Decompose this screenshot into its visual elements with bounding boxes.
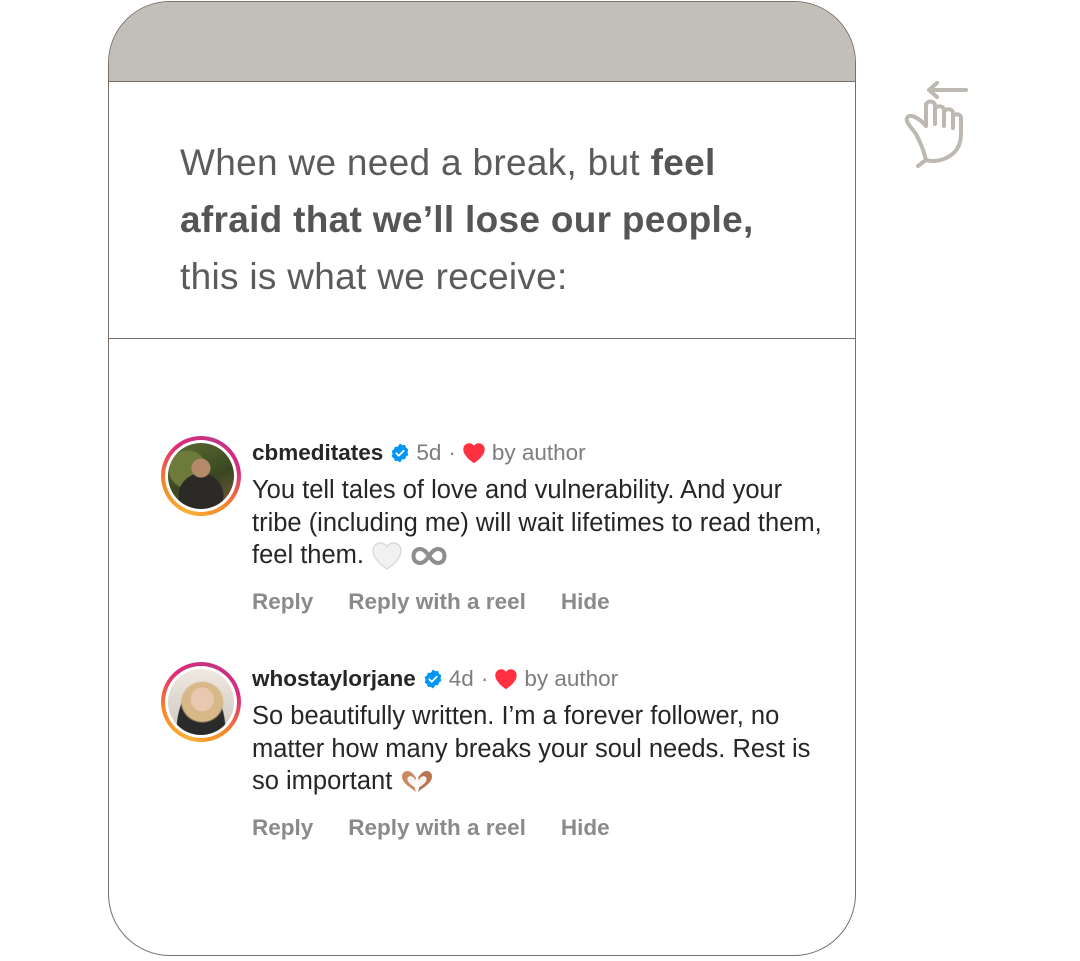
divider <box>109 338 855 339</box>
comment-actions: Reply Reply with a reel Hide <box>252 589 832 615</box>
verified-badge-icon <box>391 443 409 463</box>
liked-by-author-label: by author <box>491 440 586 465</box>
liked-by-author-label: by author <box>524 666 619 691</box>
card-header-bar <box>109 2 855 82</box>
liked-heart-icon <box>463 443 485 464</box>
headline-part-1: When we need a break, but <box>180 142 651 183</box>
verified-badge-icon <box>424 669 442 689</box>
headline-part-2: this is what we receive: <box>180 256 568 297</box>
comment-text-body: You tell tales of love and vulnerability… <box>252 476 822 569</box>
reply-with-reel-button[interactable]: Reply with a reel <box>348 589 526 615</box>
reply-button[interactable]: Reply <box>252 589 313 615</box>
comment-time: 4d <box>448 666 474 691</box>
avatar[interactable] <box>161 436 241 516</box>
separator: · <box>480 666 489 691</box>
reply-button[interactable]: Reply <box>252 815 313 841</box>
comment-meta: cbmeditates 5d · by author <box>252 436 832 470</box>
heart-hands-icon <box>402 771 433 793</box>
hide-button[interactable]: Hide <box>561 815 610 841</box>
avatar-image <box>168 669 234 735</box>
headline: When we need a break, but feel afraid th… <box>180 134 820 305</box>
liked-heart-icon <box>495 669 518 690</box>
reply-with-reel-button[interactable]: Reply with a reel <box>348 815 526 841</box>
username[interactable]: whostaylorjane <box>252 662 416 696</box>
comment-time: 5d <box>416 440 442 465</box>
comment-text: So beautifully written. I’m a forever fo… <box>252 700 832 798</box>
post-card: When we need a break, but feel afraid th… <box>108 1 856 956</box>
comment-text: You tell tales of love and vulnerability… <box>252 474 832 572</box>
comment-text-body: So beautifully written. I’m a forever fo… <box>252 702 811 795</box>
separator: · <box>448 440 456 465</box>
avatar-image <box>168 443 234 509</box>
username[interactable]: cbmeditates <box>252 436 383 470</box>
swipe-left-hand-icon <box>904 81 968 168</box>
comment-meta: whostaylorjane 4d · by author <box>252 662 832 696</box>
white-heart-icon <box>372 542 402 570</box>
infinity-icon <box>411 547 447 566</box>
comment-actions: Reply Reply with a reel Hide <box>252 815 832 841</box>
avatar[interactable] <box>161 662 241 742</box>
hide-button[interactable]: Hide <box>561 589 610 615</box>
